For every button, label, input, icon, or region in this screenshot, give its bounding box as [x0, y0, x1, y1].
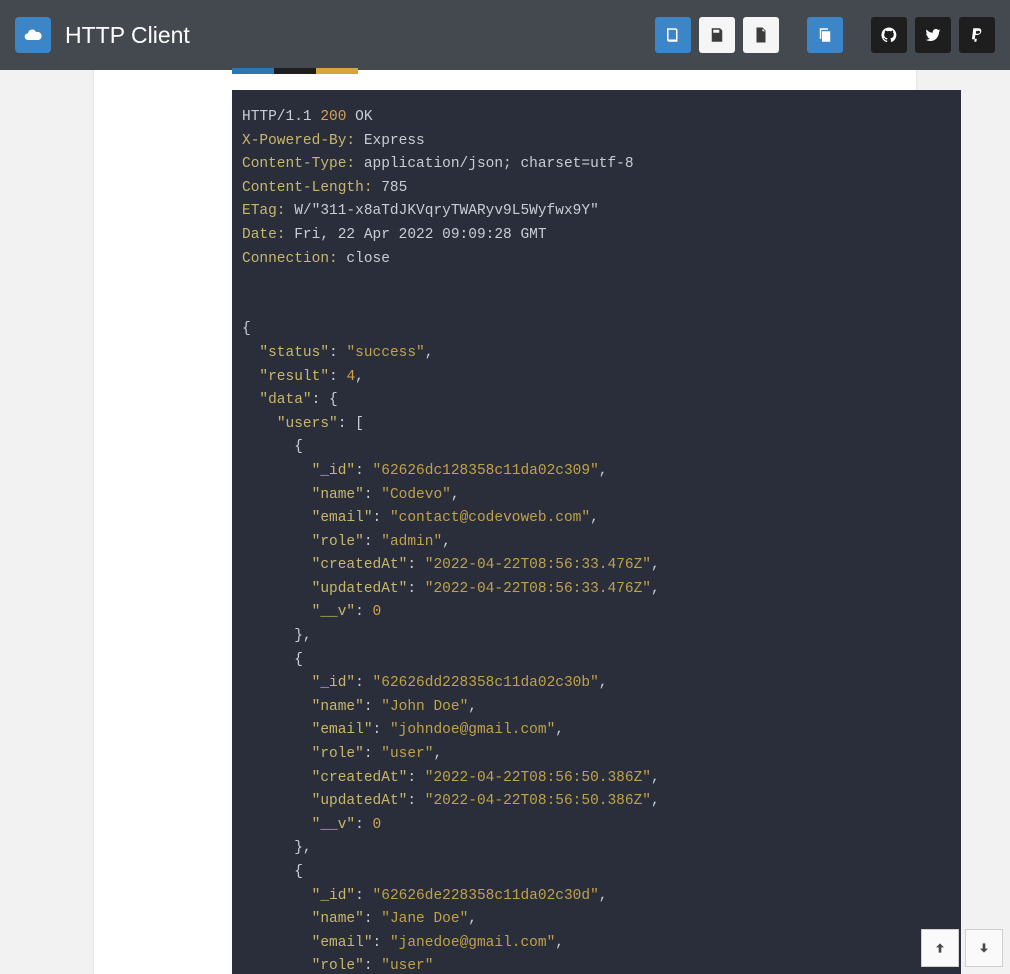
file-button[interactable] — [743, 17, 779, 53]
github-icon — [880, 26, 898, 44]
content-column: HTTP/1.1 200 OK X-Powered-By: Express Co… — [93, 70, 917, 974]
scroll-down-button[interactable] — [965, 929, 1003, 967]
tabs-stub — [232, 68, 358, 74]
arrow-up-icon — [932, 940, 948, 956]
github-button[interactable] — [871, 17, 907, 53]
paypal-icon — [968, 26, 986, 44]
copy-button[interactable] — [807, 17, 843, 53]
app-header: HTTP Client — [0, 0, 1010, 70]
tab-stub-1 — [232, 68, 274, 74]
scroll-up-button[interactable] — [921, 929, 959, 967]
save-icon — [708, 26, 726, 44]
app-title: HTTP Client — [65, 22, 190, 49]
page-body: HTTP/1.1 200 OK X-Powered-By: Express Co… — [0, 70, 1010, 974]
copy-icon — [816, 26, 834, 44]
brand: HTTP Client — [15, 17, 190, 53]
scroll-buttons — [921, 929, 1003, 967]
tab-stub-2 — [274, 68, 316, 74]
cloud-icon — [23, 25, 43, 45]
arrow-down-icon — [976, 940, 992, 956]
tab-stub-3 — [316, 68, 358, 74]
paypal-button[interactable] — [959, 17, 995, 53]
toolbar — [655, 17, 995, 53]
twitter-button[interactable] — [915, 17, 951, 53]
brand-logo — [15, 17, 51, 53]
book-icon — [664, 26, 682, 44]
file-icon — [752, 26, 770, 44]
docs-button[interactable] — [655, 17, 691, 53]
response-viewer: HTTP/1.1 200 OK X-Powered-By: Express Co… — [232, 90, 961, 974]
save-button[interactable] — [699, 17, 735, 53]
twitter-icon — [924, 26, 942, 44]
